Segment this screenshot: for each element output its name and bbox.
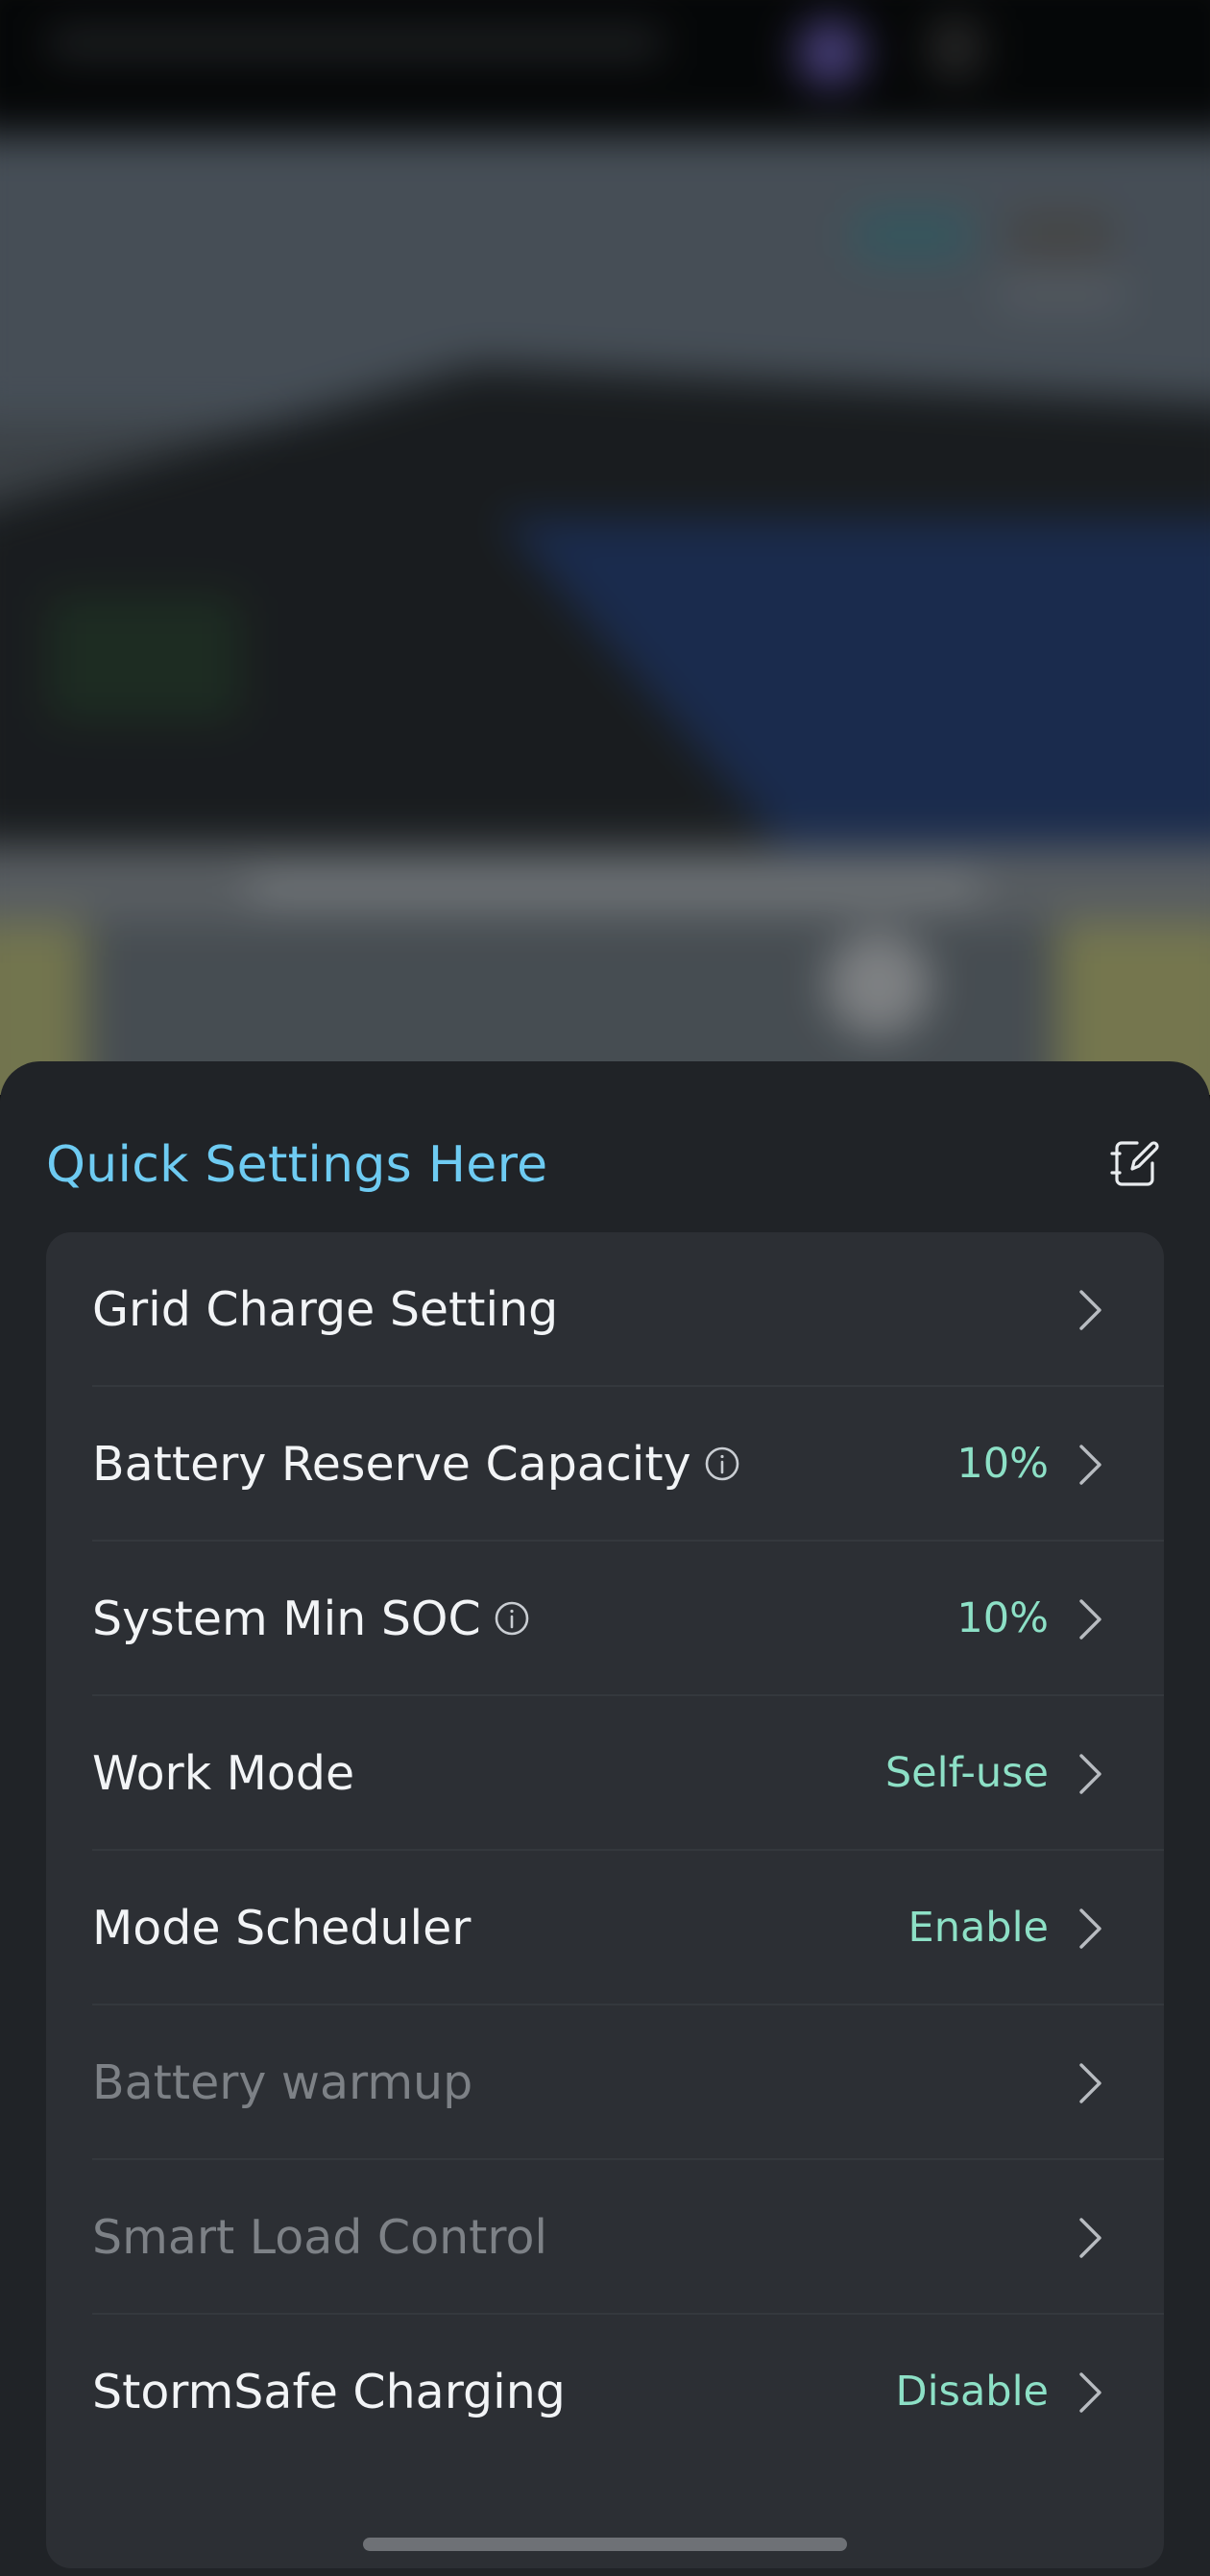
setting-row-work-mode[interactable]: Work Mode Self-use	[46, 1696, 1164, 1851]
sheet-header: Quick Settings Here	[46, 1119, 1164, 1211]
chevron-right-icon	[1076, 1752, 1104, 1796]
setting-value: Enable	[908, 1904, 1049, 1952]
setting-label-text: Mode Scheduler	[92, 1901, 472, 1956]
setting-value: 10%	[956, 1440, 1049, 1488]
setting-label: System Min SOC	[92, 1542, 531, 1696]
info-icon[interactable]	[703, 1445, 741, 1483]
background-scrim[interactable]	[0, 0, 1210, 1095]
setting-label-text: System Min SOC	[92, 1592, 481, 1646]
home-indicator[interactable]	[363, 2538, 847, 2551]
setting-label: StormSafe Charging	[92, 2315, 566, 2469]
setting-row-smart-load-control[interactable]: Smart Load Control	[46, 2160, 1164, 2315]
info-icon[interactable]	[493, 1599, 531, 1638]
setting-label: Battery Reserve Capacity	[92, 1387, 741, 1542]
setting-value: Self-use	[884, 1749, 1049, 1797]
setting-row-battery-reserve-capacity[interactable]: Battery Reserve Capacity 10%	[46, 1387, 1164, 1542]
chevron-right-icon	[1076, 1288, 1104, 1332]
setting-row-battery-warmup[interactable]: Battery warmup	[46, 2005, 1164, 2160]
setting-label-text: Smart Load Control	[92, 2210, 548, 2265]
chevron-right-icon	[1076, 1443, 1104, 1487]
setting-label: Grid Charge Setting	[92, 1232, 558, 1387]
chevron-right-icon	[1076, 2216, 1104, 2260]
chevron-right-icon	[1076, 2061, 1104, 2105]
quick-settings-sheet: Quick Settings Here Grid Charge Setting B…	[0, 1061, 1210, 2576]
setting-value: Disable	[895, 2368, 1049, 2416]
edit-button[interactable]	[1106, 1134, 1164, 1192]
setting-row-mode-scheduler[interactable]: Mode Scheduler Enable	[46, 1851, 1164, 2005]
setting-label-text: Battery warmup	[92, 2055, 473, 2110]
setting-row-stormsafe-charging[interactable]: StormSafe Charging Disable	[46, 2315, 1164, 2469]
settings-list: Grid Charge Setting Battery Reserve Capac…	[46, 1232, 1164, 2568]
setting-label: Work Mode	[92, 1696, 354, 1851]
setting-row-grid-charge-setting[interactable]: Grid Charge Setting	[46, 1232, 1164, 1387]
setting-label-text: Work Mode	[92, 1746, 355, 1801]
chevron-right-icon	[1076, 1597, 1104, 1641]
setting-row-system-min-soc[interactable]: System Min SOC 10%	[46, 1542, 1164, 1696]
setting-label: Battery warmup	[92, 2005, 472, 2160]
blurred-background	[0, 0, 1210, 1095]
app-screen: Quick Settings Here Grid Charge Setting B…	[0, 0, 1210, 2576]
sheet-title: Quick Settings Here	[46, 1136, 548, 1194]
setting-label: Smart Load Control	[92, 2160, 547, 2315]
setting-label-text: Grid Charge Setting	[92, 1282, 559, 1337]
chevron-right-icon	[1076, 2370, 1104, 2415]
setting-value: 10%	[956, 1594, 1049, 1642]
setting-label-text: StormSafe Charging	[92, 2365, 566, 2419]
edit-icon	[1110, 1141, 1159, 1186]
chevron-right-icon	[1076, 1907, 1104, 1951]
setting-label: Mode Scheduler	[92, 1851, 471, 2005]
setting-label-text: Battery Reserve Capacity	[92, 1437, 691, 1492]
